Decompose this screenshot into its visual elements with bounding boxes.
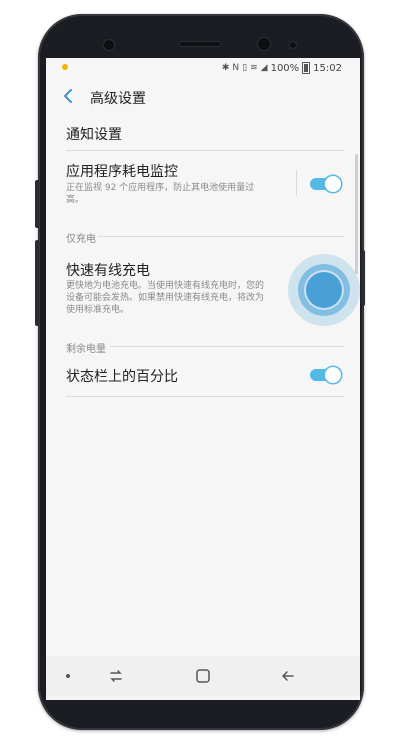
notification-settings-row[interactable]: 通知设置 (46, 118, 360, 148)
divider (66, 396, 344, 397)
status-bar: ✱ N ▯ ≋ ◢ 100% 15:02 (46, 58, 360, 80)
section-header-charging-only: 仅充电 (66, 234, 96, 245)
back-icon[interactable] (278, 666, 298, 686)
vibrate-icon: ▯ (242, 63, 248, 73)
fast-wired-charging-toggle[interactable] (306, 272, 342, 308)
nfc-icon: N (232, 63, 240, 73)
toggle-thumb (325, 176, 341, 192)
toggle-thumb (325, 367, 341, 383)
fast-wired-charging-title: 快速有线充电 (66, 263, 150, 279)
side-key-left-lower (35, 240, 39, 326)
side-key-right (361, 250, 365, 306)
front-camera (258, 38, 270, 50)
fast-wired-charging-desc-1: 更快地为电池充电。当使用快速有线充电时，您的 (66, 281, 265, 291)
fast-wired-charging-desc-2: 设备可能会发热。如果禁用快速有线充电，将改为 (66, 293, 265, 303)
battery-percent: 100% (270, 62, 300, 74)
earpiece (180, 42, 220, 46)
battery-icon (302, 62, 311, 74)
notification-dot-icon (62, 64, 68, 70)
scrollbar[interactable] (355, 154, 358, 274)
toggle-separator (296, 170, 297, 196)
app-power-monitor-toggle[interactable] (310, 176, 341, 192)
front-sensor-small (290, 42, 296, 48)
screen: ✱ N ▯ ≋ ◢ 100% 15:02 高级设置 通知设置 应用程序耗电监控 … (46, 58, 360, 700)
section-header-remaining-battery: 剩余电量 (66, 344, 106, 355)
fast-wired-charging-desc-3: 使用标准充电。 (66, 305, 130, 315)
bluetooth-icon: ✱ (221, 63, 230, 73)
divider (66, 150, 344, 151)
wifi-icon: ≋ (250, 63, 258, 73)
notification-settings-label: 通知设置 (66, 127, 122, 143)
section-divider (98, 236, 344, 237)
signal-icon: ◢ (260, 63, 268, 73)
status-icons: ✱ N ▯ ≋ ◢ 100% 15:02 (222, 62, 342, 74)
app-bar: 高级设置 (46, 80, 360, 114)
side-key-left-upper (35, 180, 39, 228)
app-power-monitor-title: 应用程序耗电监控 (66, 164, 178, 180)
clock: 15:02 (313, 62, 342, 74)
front-sensor (104, 40, 114, 50)
app-power-monitor-desc-1: 正在监视 92 个应用程序，防止其电池使用量过 (66, 183, 255, 193)
section-divider (110, 346, 344, 347)
navigation-bar (46, 656, 360, 696)
recent-apps-icon[interactable] (106, 666, 126, 686)
battery-percentage-toggle[interactable] (310, 367, 341, 383)
dot-icon[interactable] (58, 666, 78, 686)
back-arrow-icon[interactable] (60, 87, 78, 105)
page-title: 高级设置 (90, 91, 146, 107)
battery-percentage-title: 状态栏上的百分比 (66, 369, 178, 385)
home-icon[interactable] (193, 666, 213, 686)
app-power-monitor-desc-2: 高。 (66, 195, 85, 205)
